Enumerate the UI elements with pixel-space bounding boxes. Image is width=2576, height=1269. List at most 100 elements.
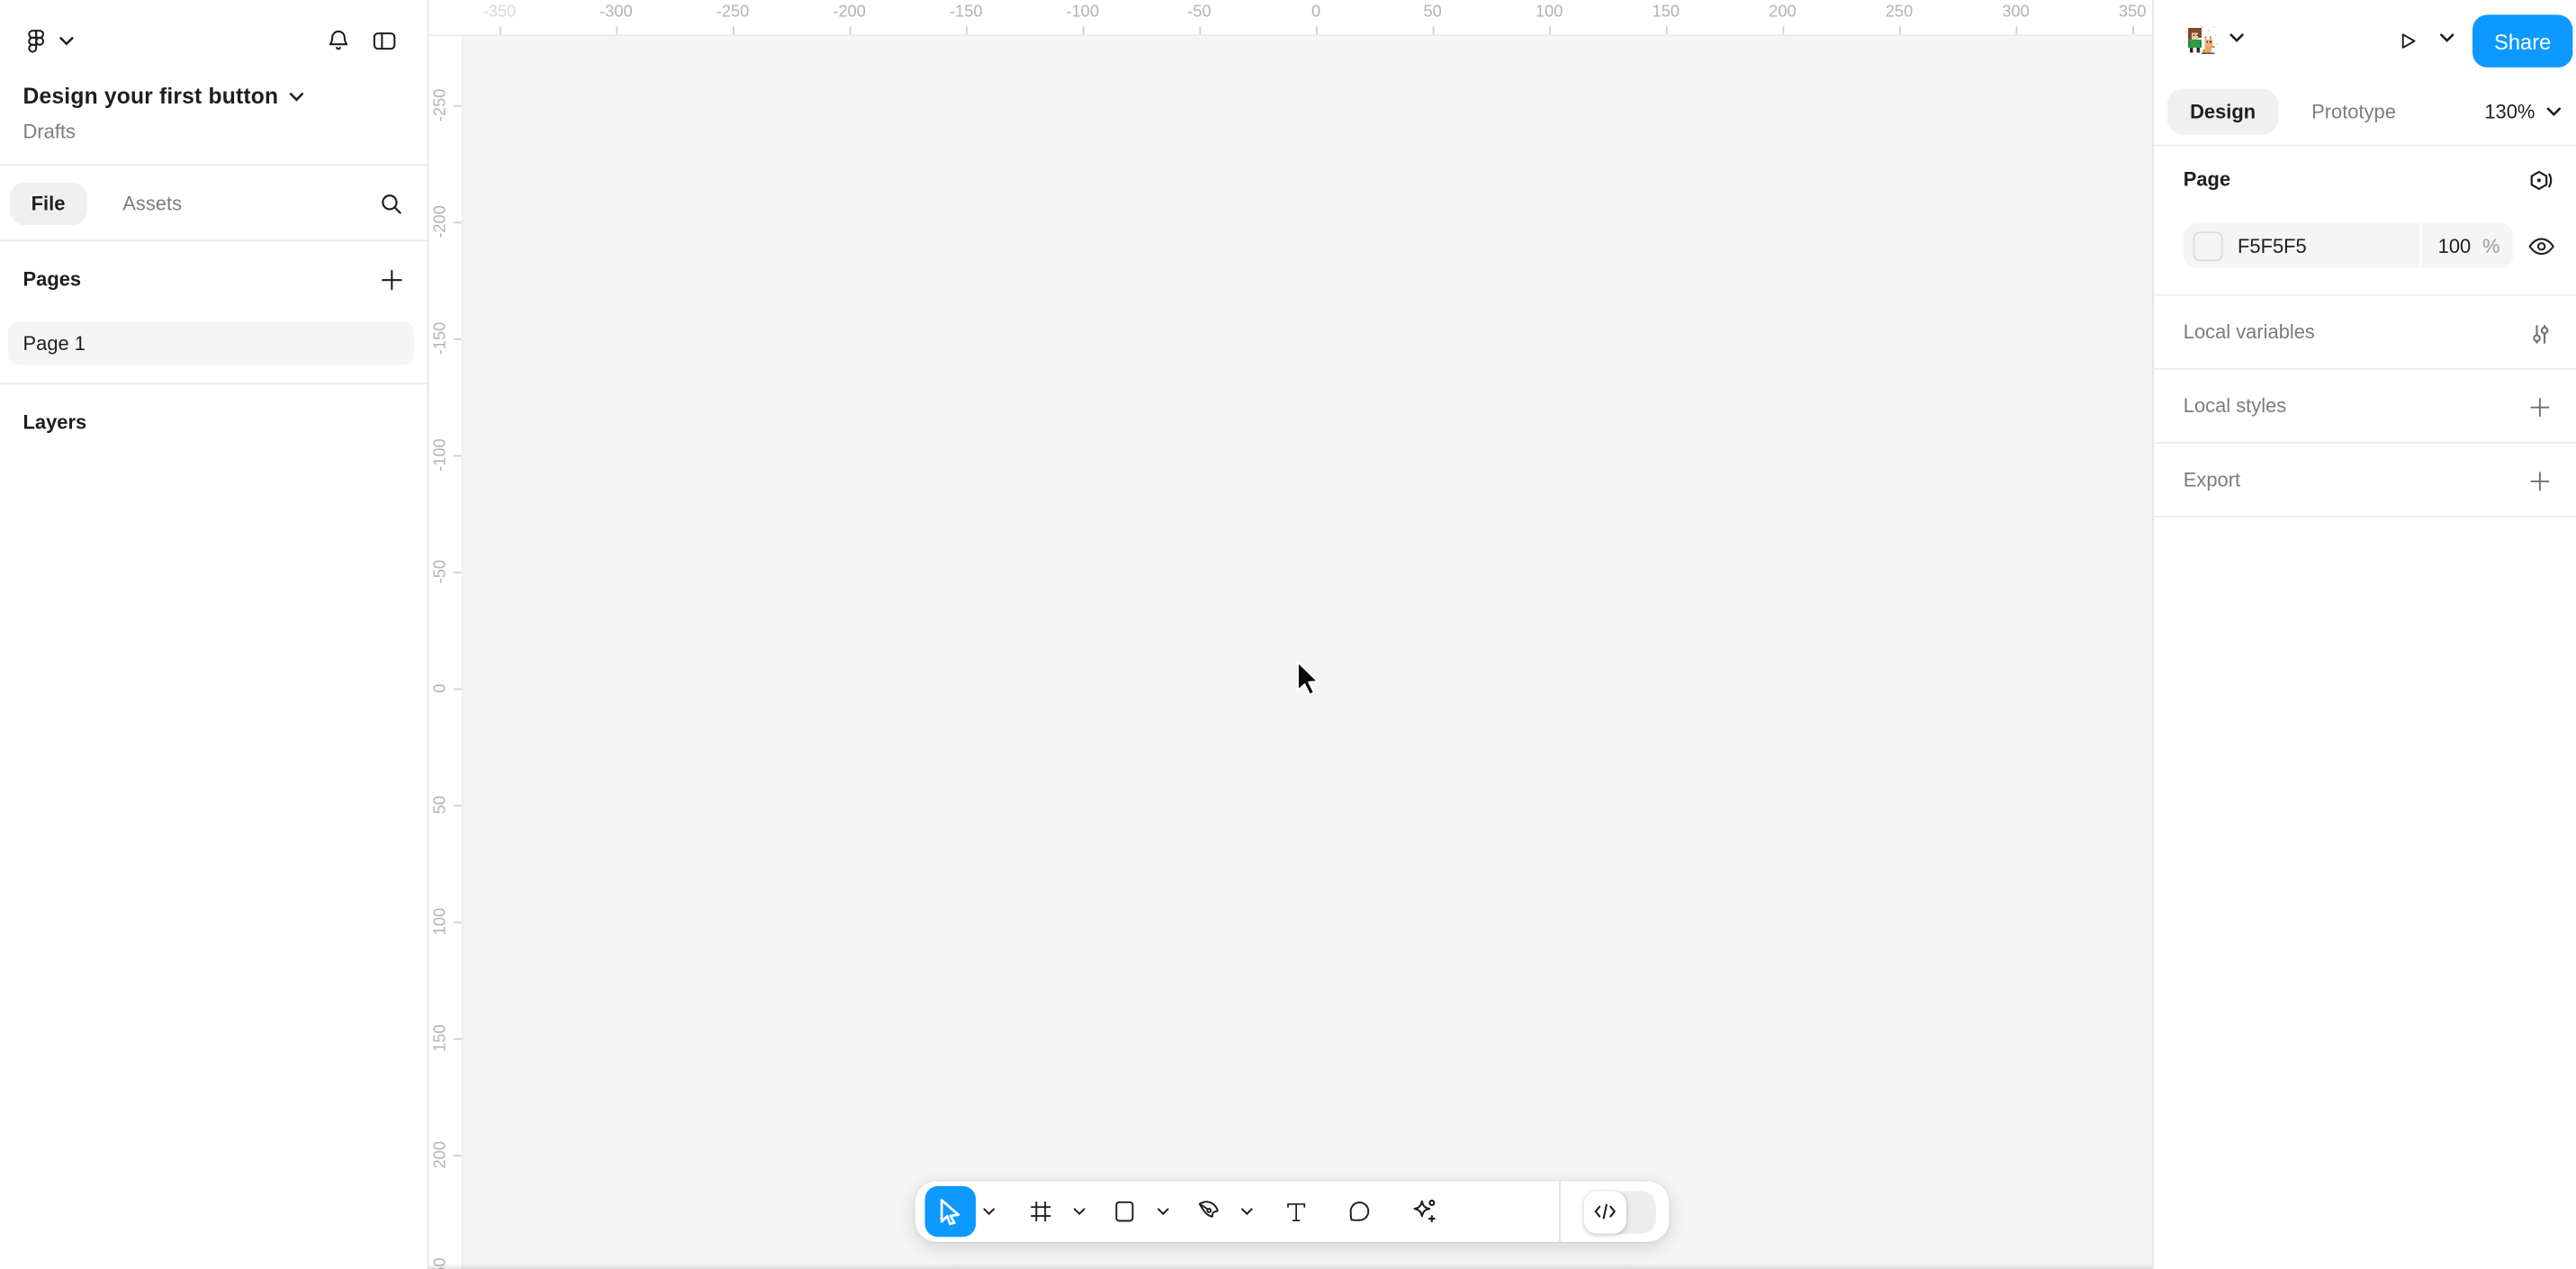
ruler-tick: [1899, 26, 1901, 34]
text-tool-icon: [1283, 1199, 1309, 1225]
comment-tool-icon: [1346, 1198, 1374, 1226]
ruler-tick: [1666, 26, 1668, 34]
ruler-tick: [454, 688, 462, 690]
export-row[interactable]: Export: [2184, 468, 2240, 491]
search-icon: [378, 191, 404, 217]
ruler-label: -50: [1187, 4, 1211, 22]
ruler-tick: [454, 572, 462, 573]
add-export-button[interactable]: [2522, 464, 2558, 500]
variables-icon: [2527, 321, 2552, 346]
ruler-label: 150: [1653, 4, 1680, 22]
pen-tool-menu[interactable]: [1234, 1186, 1260, 1238]
frame-tool-icon: [1027, 1198, 1055, 1226]
local-variables-row[interactable]: Local variables: [2184, 320, 2315, 344]
cursor-icon: [1294, 661, 1322, 697]
chevron-down-icon[interactable]: [2229, 33, 2244, 43]
ruler-tick: [500, 26, 501, 34]
ruler-tick: [1782, 26, 1784, 34]
add-page-button[interactable]: [368, 256, 414, 302]
avatar[interactable]: [2180, 22, 2220, 61]
pen-tool-icon: [1194, 1198, 1222, 1226]
plus-icon: [2528, 396, 2552, 419]
ruler-label: 50: [432, 796, 450, 814]
tab-file[interactable]: File: [10, 183, 86, 225]
zoom-control[interactable]: 130%: [2484, 89, 2561, 135]
chevron-down-icon[interactable]: [2440, 33, 2454, 43]
figma-logo-icon: [22, 26, 51, 56]
ruler-label: -250: [432, 89, 450, 122]
open-variables-button[interactable]: [2522, 315, 2558, 351]
toggle-visibility-button[interactable]: [2522, 229, 2562, 265]
shape-tool-button[interactable]: [1099, 1186, 1150, 1238]
main-menu-button[interactable]: [16, 18, 78, 64]
ruler-tick: [454, 1039, 462, 1040]
color-swatch[interactable]: [2193, 230, 2223, 260]
chevron-down-icon: [2546, 107, 2561, 117]
ruler-tick: [616, 26, 617, 34]
tab-assets[interactable]: Assets: [102, 183, 203, 225]
search-button[interactable]: [368, 181, 414, 227]
toggle-sidebar-button[interactable]: [362, 18, 408, 64]
divider: [2154, 442, 2576, 444]
dev-mode-icon: [1594, 1202, 1617, 1220]
chevron-down-icon[interactable]: [290, 91, 304, 101]
opacity-value[interactable]: 100: [2438, 234, 2472, 257]
toolbar: [915, 1181, 1670, 1242]
divider: [2154, 368, 2576, 370]
frame-tool-menu[interactable]: [1067, 1186, 1093, 1238]
toolbar-divider: [1559, 1181, 1561, 1242]
page-styles-icon: [2526, 166, 2553, 194]
shape-tool-menu[interactable]: [1150, 1186, 1176, 1238]
ruler-label: 50: [1423, 4, 1441, 22]
document-title[interactable]: Design your first button: [23, 84, 279, 108]
ruler-tick: [454, 105, 462, 107]
pen-tool-button[interactable]: [1183, 1186, 1234, 1238]
document-location: Drafts: [23, 120, 76, 143]
plus-icon: [2528, 470, 2552, 493]
opacity-unit: %: [2482, 234, 2499, 257]
divider: [0, 165, 428, 166]
color-hex-value[interactable]: F5F5F5: [2238, 234, 2420, 257]
right-panel: Share Design Prototype 130% Page: [2152, 0, 2576, 1269]
ruler-tick: [454, 338, 462, 340]
ruler-label: 350: [2119, 4, 2146, 22]
text-tool-button[interactable]: [1270, 1186, 1321, 1238]
ruler-tick: [1549, 26, 1551, 34]
eye-icon: [2526, 235, 2556, 258]
rectangle-tool-icon: [1111, 1198, 1139, 1226]
play-icon: [2393, 28, 2419, 54]
local-styles-row[interactable]: Local styles: [2184, 394, 2286, 418]
move-tool-button[interactable]: [925, 1186, 977, 1238]
ruler-label: 200: [1769, 4, 1796, 22]
bell-icon: [324, 26, 354, 56]
canvas[interactable]: [428, 0, 2153, 1269]
ruler-horizontal: -350-300-250-200-150-100-500501001502002…: [428, 0, 2153, 36]
present-button[interactable]: [2382, 18, 2432, 64]
ruler-tick: [1433, 26, 1435, 34]
comment-tool-button[interactable]: [1334, 1186, 1385, 1238]
dev-mode-toggle[interactable]: [1584, 1190, 1656, 1232]
tab-design[interactable]: Design: [2167, 89, 2279, 135]
move-tool-menu[interactable]: [976, 1186, 1002, 1238]
ruler-label: -200: [432, 205, 450, 238]
divider: [0, 239, 428, 241]
chevron-down-icon: [59, 36, 74, 46]
page-item-label: Page 1: [23, 332, 86, 356]
divider: [2154, 294, 2576, 296]
sidebar-item-page-1[interactable]: Page 1: [8, 322, 414, 364]
ruler-tick: [2132, 26, 2134, 34]
ruler-label: 250: [1886, 4, 1913, 22]
divider: [2154, 516, 2576, 518]
ruler-tick: [1199, 26, 1201, 34]
actions-tool-button[interactable]: [1398, 1186, 1449, 1238]
page-color-field[interactable]: F5F5F5 100 %: [2184, 223, 2514, 267]
page-styles-button[interactable]: [2522, 163, 2558, 199]
frame-tool-button[interactable]: [1015, 1186, 1067, 1238]
tab-prototype[interactable]: Prototype: [2292, 89, 2416, 135]
ruler-tick: [454, 221, 462, 223]
share-button[interactable]: Share: [2472, 14, 2572, 67]
notifications-button[interactable]: [315, 18, 361, 64]
opacity-field[interactable]: 100 %: [2420, 223, 2514, 267]
add-style-button[interactable]: [2522, 390, 2558, 426]
ruler-label: -50: [432, 560, 450, 583]
